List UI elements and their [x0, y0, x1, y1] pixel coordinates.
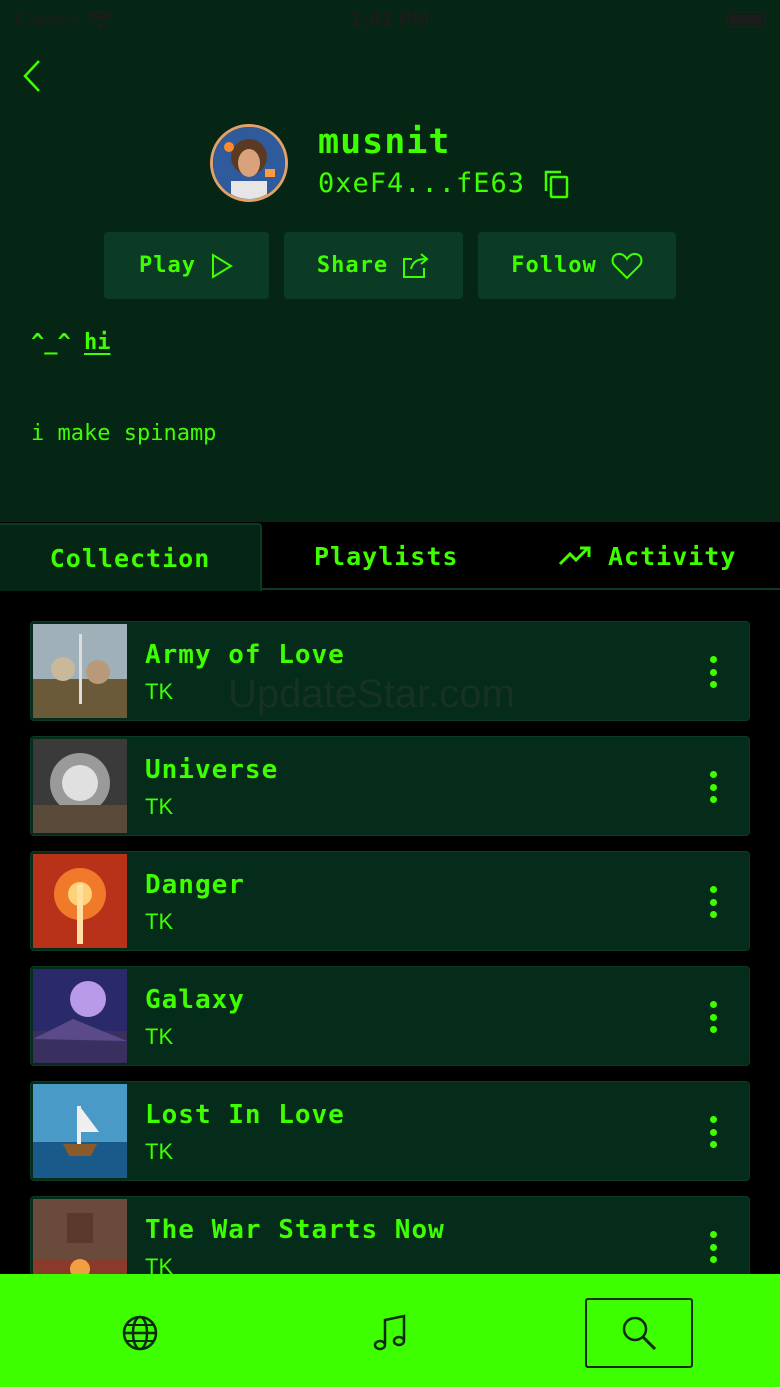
bottom-nav — [0, 1274, 780, 1387]
track-row[interactable]: Galaxy TK — [30, 966, 750, 1066]
search-icon — [622, 1316, 657, 1351]
more-options-icon[interactable] — [705, 771, 721, 803]
play-button[interactable]: Play — [104, 232, 269, 299]
more-options-icon[interactable] — [705, 1116, 721, 1148]
track-title: Lost In Love — [145, 1100, 345, 1130]
more-options-icon[interactable] — [705, 1231, 721, 1263]
track-artist: TK — [145, 794, 174, 819]
back-button[interactable] — [16, 56, 48, 96]
bio-text: i make spinamp — [31, 421, 217, 446]
wallet-address-row: 0xeF4...fE63 — [318, 168, 569, 199]
tab-activity[interactable]: Activity — [558, 536, 736, 576]
tab-playlists[interactable]: Playlists — [314, 536, 458, 576]
play-icon — [211, 252, 233, 279]
share-button[interactable]: Share — [284, 232, 463, 299]
status-bar: Carrier 1:41 PM — [0, 0, 780, 40]
nav-search[interactable] — [585, 1298, 693, 1368]
share-icon — [403, 252, 429, 278]
chevron-left-icon — [23, 60, 40, 92]
track-artwork — [33, 1084, 127, 1178]
avatar — [210, 124, 288, 202]
track-artwork — [33, 854, 127, 948]
play-label: Play — [139, 253, 196, 278]
more-options-icon[interactable] — [705, 1001, 721, 1033]
track-artwork — [33, 739, 127, 833]
follow-button[interactable]: Follow — [478, 232, 676, 299]
track-title: Danger — [145, 870, 245, 900]
copy-icon[interactable] — [543, 169, 569, 199]
heart-icon — [611, 252, 643, 279]
bio-heading-link[interactable]: hi — [84, 330, 111, 355]
tab-activity-label: Activity — [608, 541, 737, 571]
track-artist: TK — [145, 909, 174, 934]
username: musnit — [318, 122, 451, 162]
nav-explore[interactable] — [86, 1298, 194, 1368]
bio-heading-prefix: ^_^ — [31, 330, 71, 355]
more-options-icon[interactable] — [705, 656, 721, 688]
track-title: Army of Love — [145, 640, 345, 670]
more-options-icon[interactable] — [705, 886, 721, 918]
track-title: The War Starts Now — [145, 1215, 445, 1245]
follow-label: Follow — [511, 253, 597, 278]
track-artist: TK — [145, 1024, 174, 1049]
track-title: Galaxy — [145, 985, 245, 1015]
track-row[interactable]: Lost In Love TK — [30, 1081, 750, 1181]
tab-collection[interactable]: Collection — [0, 523, 262, 591]
track-row[interactable]: Universe TK — [30, 736, 750, 836]
clock: 1:41 PM — [350, 8, 430, 31]
track-title: Universe — [145, 755, 279, 785]
wallet-address: 0xeF4...fE63 — [318, 168, 526, 199]
music-note-icon — [373, 1314, 406, 1351]
track-artwork — [33, 624, 127, 718]
nav-library[interactable] — [336, 1298, 444, 1368]
battery-icon — [726, 11, 766, 28]
track-row[interactable]: Army of Love TK — [30, 621, 750, 721]
share-label: Share — [316, 253, 389, 278]
trending-up-icon — [558, 546, 591, 566]
tab-collection-label: Collection — [49, 543, 211, 573]
globe-icon — [122, 1315, 158, 1351]
tab-playlists-label: Playlists — [314, 541, 459, 571]
track-artist: TK — [145, 1139, 174, 1164]
track-artist: TK — [145, 679, 174, 704]
bio-heading: ^_^ hi — [31, 330, 111, 355]
track-artwork — [33, 969, 127, 1063]
tab-divider — [260, 588, 780, 590]
track-row[interactable]: Danger TK — [30, 851, 750, 951]
